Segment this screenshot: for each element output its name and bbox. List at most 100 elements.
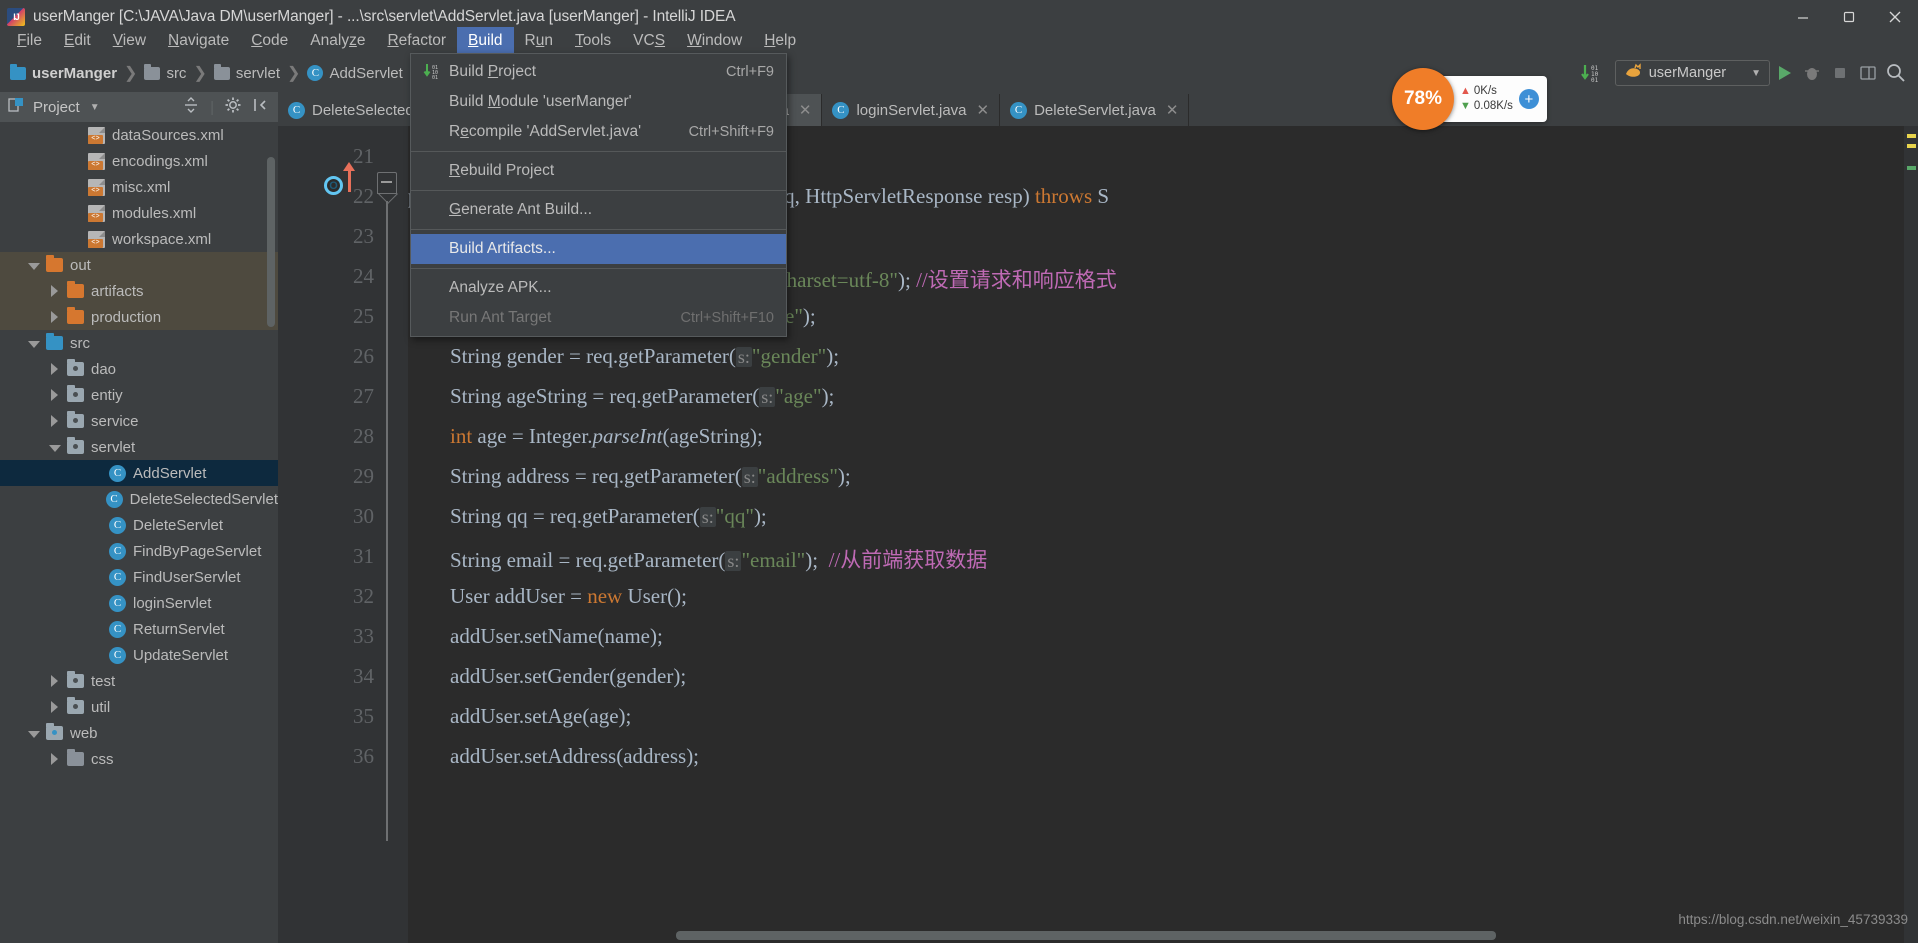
tree-item-dataSources-xml[interactable]: dataSources.xml	[0, 122, 278, 148]
search-icon[interactable]	[1882, 59, 1910, 87]
build-menu-item-rebuild-project[interactable]: Rebuild Project	[411, 156, 786, 186]
tree-item-ReturnServlet[interactable]: C ReturnServlet	[0, 616, 278, 642]
close-icon[interactable]: ✕	[977, 101, 990, 119]
menu-refactor[interactable]: Refactor	[376, 27, 457, 55]
run-button[interactable]	[1770, 59, 1798, 87]
tree-expand-arrow-icon[interactable]	[48, 414, 61, 428]
gear-icon[interactable]	[224, 96, 242, 118]
tree-item-DeleteSelectedServlet[interactable]: C DeleteSelectedServlet	[0, 486, 278, 512]
stripe-change-marker[interactable]	[1907, 166, 1916, 170]
tree-expand-arrow-icon[interactable]	[48, 752, 61, 766]
close-icon[interactable]: ✕	[1166, 101, 1179, 119]
editor-horizontal-scrollbar[interactable]	[676, 931, 1496, 940]
tree-item-FindByPageServlet[interactable]: C FindByPageServlet	[0, 538, 278, 564]
breadcrumb-item-AddServlet[interactable]: C AddServlet	[307, 65, 403, 82]
stripe-warning-marker[interactable]	[1907, 134, 1916, 138]
breadcrumb-item-userManger[interactable]: userManger	[10, 63, 117, 82]
tree-expand-arrow-icon[interactable]	[48, 388, 61, 402]
tree-item-util[interactable]: util	[0, 694, 278, 720]
tree-item-UpdateServlet[interactable]: C UpdateServlet	[0, 642, 278, 668]
tree-expand-arrow-icon[interactable]	[27, 337, 40, 350]
code-line[interactable]: int age = Integer.parseInt(ageString);	[408, 424, 763, 449]
layout-button[interactable]	[1854, 59, 1882, 87]
code-line[interactable]: String email = req.getParameter(s:"email…	[408, 544, 987, 574]
error-stripe[interactable]	[1904, 126, 1918, 943]
code-line[interactable]: String qq = req.getParameter(s:"qq");	[408, 504, 767, 529]
override-marker-icon[interactable]: O	[324, 176, 343, 195]
code-line[interactable]: String gender = req.getParameter(s:"gend…	[408, 344, 839, 369]
build-menu-dropdown[interactable]: 01 10 01 Build Project Ctrl+F9 Build Module '…	[410, 53, 787, 337]
hide-icon[interactable]	[252, 96, 270, 118]
menu-build[interactable]: Build	[457, 27, 514, 55]
project-tree[interactable]: dataSources.xml encodings.xml misc.xml modu…	[0, 122, 278, 943]
fold-region-handle[interactable]	[377, 172, 397, 194]
code-line[interactable]: User addUser = new User();	[408, 584, 687, 609]
editor-gutter[interactable]: 21 22 23 24 25 26 27 28 29 30 31 32 33 34 35 36	[278, 126, 388, 943]
tree-item-misc-xml[interactable]: misc.xml	[0, 174, 278, 200]
tree-expand-arrow-icon[interactable]	[48, 674, 61, 688]
tree-expand-arrow-icon[interactable]	[48, 441, 61, 454]
menu-vcs[interactable]: VCS	[622, 27, 676, 55]
build-menu-item-analyze-apk---[interactable]: Analyze APK...	[411, 273, 786, 303]
tree-item-FindUserServlet[interactable]: C FindUserServlet	[0, 564, 278, 590]
tree-item-test[interactable]: test	[0, 668, 278, 694]
build-menu-item-build-project[interactable]: 01 10 01 Build Project Ctrl+F9	[411, 57, 786, 87]
tree-item-workspace-xml[interactable]: workspace.xml	[0, 226, 278, 252]
run-configuration-selector[interactable]: userManger ▼	[1614, 60, 1770, 86]
tree-item-src[interactable]: src	[0, 330, 278, 356]
breadcrumb-item-servlet[interactable]: servlet	[213, 63, 280, 82]
menu-edit[interactable]: Edit	[53, 27, 102, 55]
code-line[interactable]: String ageString = req.getParameter(s:"a…	[408, 384, 834, 409]
tree-expand-arrow-icon[interactable]	[48, 284, 61, 298]
stripe-warning-marker[interactable]	[1907, 144, 1916, 148]
editor-fold-column[interactable]	[388, 126, 408, 943]
tree-item-css[interactable]: css	[0, 746, 278, 772]
menu-window[interactable]: Window	[676, 27, 753, 55]
menu-analyze[interactable]: Analyze	[299, 27, 376, 55]
menu-code[interactable]: Code	[240, 27, 299, 55]
tree-expand-arrow-icon[interactable]	[48, 362, 61, 376]
tree-item-encodings-xml[interactable]: encodings.xml	[0, 148, 278, 174]
tree-item-dao[interactable]: dao	[0, 356, 278, 382]
menu-run[interactable]: Run	[514, 27, 564, 55]
tree-item-production[interactable]: production	[0, 304, 278, 330]
menu-view[interactable]: View	[102, 27, 157, 55]
menu-file[interactable]: File	[6, 27, 53, 55]
tree-expand-arrow-icon[interactable]	[27, 259, 40, 272]
tree-item-entiy[interactable]: entiy	[0, 382, 278, 408]
build-menu-item-generate-ant-build---[interactable]: Generate Ant Build...	[411, 195, 786, 225]
tree-expand-arrow-icon[interactable]	[48, 310, 61, 324]
code-line[interactable]: addUser.setGender(gender);	[408, 664, 686, 689]
close-icon[interactable]: ✕	[799, 101, 812, 119]
code-line[interactable]: addUser.setAddress(address);	[408, 744, 699, 769]
tree-item-loginServlet[interactable]: CloginServlet	[0, 590, 278, 616]
menu-help[interactable]: Help	[753, 27, 807, 55]
code-line[interactable]: addUser.setAge(age);	[408, 704, 631, 729]
tree-item-servlet[interactable]: servlet	[0, 434, 278, 460]
tree-item-DeleteServlet[interactable]: C DeleteServlet	[0, 512, 278, 538]
tree-item-modules-xml[interactable]: modules.xml	[0, 200, 278, 226]
tree-expand-arrow-icon[interactable]	[48, 700, 61, 714]
menu-navigate[interactable]: Navigate	[157, 27, 240, 55]
stop-button[interactable]	[1826, 59, 1854, 87]
expand-button[interactable]: +	[1518, 89, 1539, 109]
tree-item-AddServlet[interactable]: C AddServlet	[0, 460, 278, 486]
collapse-all-icon[interactable]	[182, 96, 200, 118]
tree-item-service[interactable]: service	[0, 408, 278, 434]
menu-tools[interactable]: Tools	[564, 27, 622, 55]
tree-scrollbar[interactable]	[267, 157, 275, 327]
editor-tab-loginServlet-java[interactable]: CloginServlet.java ✕	[822, 94, 1001, 126]
code-line[interactable]: addUser.setName(name);	[408, 624, 663, 649]
build-menu-item-build-artifacts---[interactable]: Build Artifacts...	[411, 234, 786, 264]
editor-tab-DeleteServlet-java[interactable]: C DeleteServlet.java ✕	[1000, 94, 1190, 126]
breadcrumb-item-src[interactable]: src	[144, 63, 186, 82]
chevron-down-icon[interactable]: ▼	[90, 102, 100, 113]
build-menu-item-recompile--addservlet-java-[interactable]: Recompile 'AddServlet.java' Ctrl+Shift+F9	[411, 117, 786, 147]
debug-button[interactable]	[1798, 59, 1826, 87]
code-line[interactable]: String address = req.getParameter(s:"add…	[408, 464, 851, 489]
network-speed-widget[interactable]: 78% ▲ 0K/s ▼ 0.08K/s +	[1392, 68, 1547, 130]
compile-icon[interactable]: 01 10 01	[1579, 63, 1605, 83]
tree-item-out[interactable]: out	[0, 252, 278, 278]
build-menu-item-build-module--usermanger-[interactable]: Build Module 'userManger'	[411, 87, 786, 117]
tree-item-artifacts[interactable]: artifacts	[0, 278, 278, 304]
